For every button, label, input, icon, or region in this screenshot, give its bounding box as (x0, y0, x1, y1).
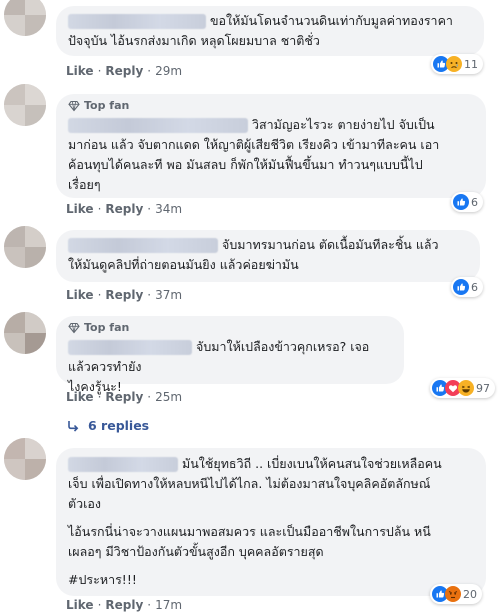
timestamp[interactable]: 17m (155, 598, 182, 612)
comment-bubble: Top fan วิสามัญอะไรวะ ตายง่ายไป จับเป็น … (56, 94, 486, 198)
comment-text: ขอให้มันโดนจำนวนดินเท่ากับมูลค่าทองราคา … (68, 13, 453, 48)
sad-reaction-icon (446, 56, 462, 72)
reply-link[interactable]: Reply (105, 202, 143, 216)
like-link[interactable]: Like (66, 390, 94, 404)
separator-dot: · (97, 202, 102, 216)
comment-actions: Like · Reply · 29m (66, 64, 182, 78)
comment-bubble: มันใช้ยุทธวิถี .. เบี่ยงเบนให้คนสนใจช่วย… (56, 448, 486, 596)
comment-actions: Like · Reply · 34m (66, 202, 182, 216)
reaction-count: 11 (464, 57, 478, 71)
haha-reaction-icon (458, 380, 474, 396)
comment-text: วิสามัญอะไรวะ ตายง่ายไป จับเป็น มาก่อน แ… (68, 117, 440, 192)
top-fan-badge: Top fan (68, 99, 474, 112)
separator-dot: · (147, 288, 152, 302)
top-fan-badge: Top fan (68, 321, 392, 334)
reaction-summary[interactable]: 20 (430, 584, 482, 604)
comment-bubble: จับมาทรมานก่อน ตัดเนื้อมันทีละชิ้น แล้ว … (56, 230, 480, 282)
timestamp[interactable]: 29m (155, 64, 182, 78)
replies-count: 6 replies (88, 418, 150, 433)
avatar[interactable] (4, 0, 46, 36)
comment-text: จับมาให้เปลืองข้าวคุกเหรอ? เจอแล้วควรทำย… (68, 339, 370, 394)
reaction-summary[interactable]: 97 (430, 378, 495, 398)
reaction-count: 6 (471, 280, 478, 294)
reaction-summary[interactable]: 11 (431, 54, 483, 74)
blurred-username[interactable] (68, 238, 218, 253)
reaction-count: 6 (471, 195, 478, 209)
avatar[interactable] (4, 438, 46, 480)
comment-actions: Like · Reply · 37m (66, 288, 182, 302)
reply-link[interactable]: Reply (105, 64, 143, 78)
avatar[interactable] (4, 312, 46, 354)
angry-reaction-icon (445, 586, 461, 602)
like-link[interactable]: Like (66, 288, 94, 302)
separator-dot: · (97, 64, 102, 78)
blurred-username[interactable] (68, 14, 206, 29)
reaction-count: 20 (463, 587, 477, 601)
comment-text: มันใช้ยุทธวิถี .. เบี่ยงเบนให้คนสนใจช่วย… (68, 456, 442, 587)
like-reaction-icon (453, 194, 469, 210)
timestamp[interactable]: 37m (155, 288, 182, 302)
like-link[interactable]: Like (66, 64, 94, 78)
blurred-username[interactable] (68, 118, 248, 133)
separator-dot: · (97, 288, 102, 302)
timestamp[interactable]: 25m (155, 390, 182, 404)
reply-arrow-icon (68, 420, 79, 432)
timestamp[interactable]: 34m (155, 202, 182, 216)
diamond-icon (68, 322, 80, 333)
separator-dot: · (147, 598, 152, 612)
diamond-icon (68, 100, 80, 111)
like-link[interactable]: Like (66, 202, 94, 216)
separator-dot: · (97, 390, 102, 404)
separator-dot: · (147, 390, 152, 404)
separator-dot: · (97, 598, 102, 612)
reply-link[interactable]: Reply (105, 390, 143, 404)
view-replies-link[interactable]: 6 replies (66, 418, 149, 433)
comment-actions: Like · Reply · 25m (66, 390, 182, 404)
reaction-summary[interactable]: 6 (451, 277, 483, 297)
separator-dot: · (147, 64, 152, 78)
reaction-count: 97 (476, 381, 490, 395)
blurred-username[interactable] (68, 340, 192, 355)
comment-actions: Like · Reply · 17m (66, 598, 182, 612)
avatar[interactable] (4, 226, 46, 268)
separator-dot: · (147, 202, 152, 216)
comment-text: จับมาทรมานก่อน ตัดเนื้อมันทีละชิ้น แล้ว … (68, 237, 439, 272)
reaction-summary[interactable]: 6 (451, 192, 483, 212)
like-link[interactable]: Like (66, 598, 94, 612)
blurred-username[interactable] (68, 457, 178, 472)
avatar[interactable] (4, 84, 46, 126)
reply-link[interactable]: Reply (105, 598, 143, 612)
comment-bubble: Top fan จับมาให้เปลืองข้าวคุกเหรอ? เจอแล… (56, 316, 404, 394)
reply-link[interactable]: Reply (105, 288, 143, 302)
comment-bubble: ขอให้มันโดนจำนวนดินเท่ากับมูลค่าทองราคา … (56, 6, 484, 56)
like-reaction-icon (453, 279, 469, 295)
